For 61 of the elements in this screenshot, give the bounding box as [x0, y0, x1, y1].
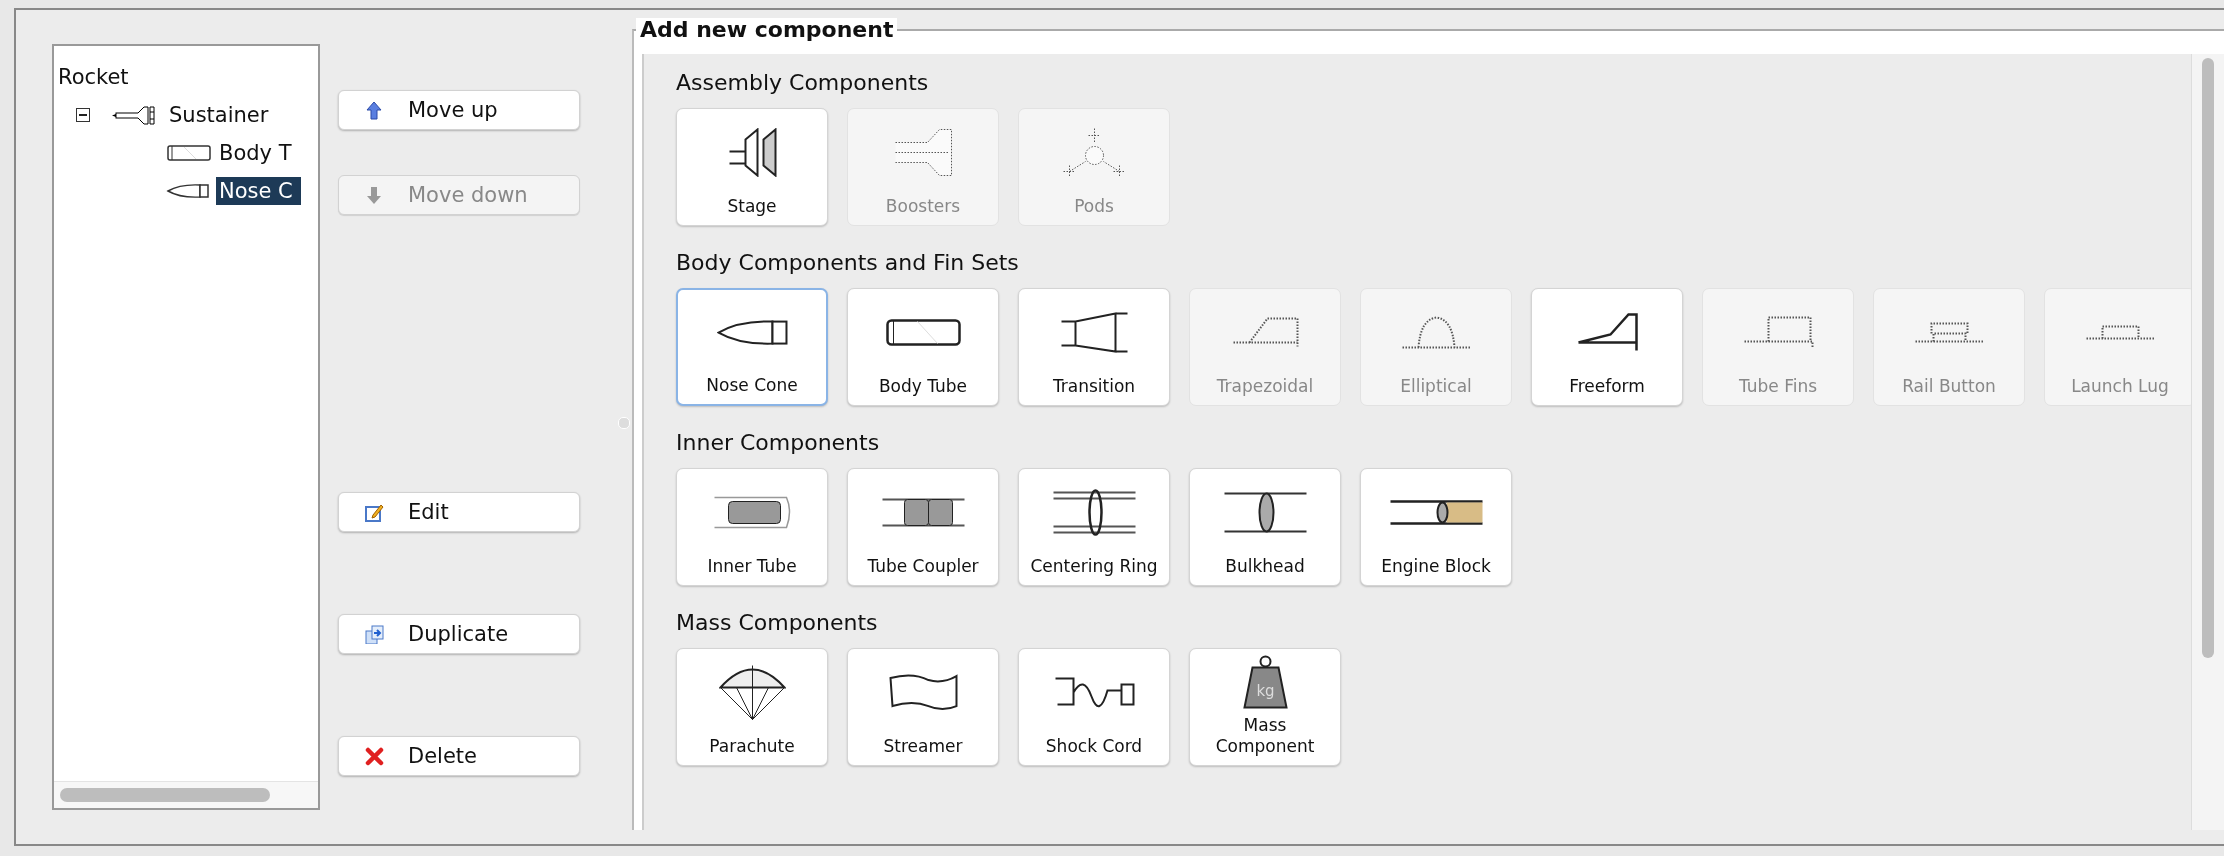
scrollbar-thumb[interactable] — [2202, 58, 2214, 658]
fin-icon — [1576, 313, 1638, 352]
duplicate-icon — [365, 624, 384, 644]
delete-icon — [365, 746, 384, 766]
rocket-icon — [110, 104, 156, 126]
component-button[interactable]: Shock Cord — [1018, 648, 1170, 766]
nose-cone-icon — [166, 181, 212, 201]
section-heading: Inner Components — [676, 429, 881, 457]
elliptical-fin-icon — [1400, 316, 1472, 349]
edit-icon — [365, 502, 384, 522]
tree-item[interactable]: Body T — [216, 139, 295, 167]
rocket-stage-icon — [727, 128, 777, 177]
component-button[interactable]: Tube Coupler — [847, 468, 999, 586]
duplicate-button[interactable]: Duplicate — [338, 614, 580, 654]
coupler-icon — [880, 498, 966, 527]
launch-lug-icon — [2084, 325, 2156, 340]
scrollbar-thumb[interactable] — [60, 788, 270, 802]
component-button[interactable]: Stage — [676, 108, 828, 226]
cord-icon — [1053, 677, 1135, 708]
pods-icon — [1061, 126, 1127, 179]
component-button[interactable]: kg Mass Component — [1189, 648, 1341, 766]
component-button[interactable]: Streamer — [847, 648, 999, 766]
weight-label: kg — [1255, 681, 1275, 700]
bulkhead-icon — [1222, 492, 1308, 533]
edit-button[interactable]: Edit — [338, 492, 580, 532]
collapse-icon[interactable] — [76, 108, 90, 122]
component-button[interactable]: Transition — [1018, 288, 1170, 406]
delete-button[interactable]: Delete — [338, 736, 580, 776]
tube-icon — [885, 319, 961, 346]
parachute-icon — [718, 664, 786, 721]
group-title: Add new component — [636, 18, 898, 42]
section-heading: Body Components and Fin Sets — [676, 249, 1020, 277]
booster-icon — [893, 128, 953, 177]
transition-icon — [1059, 312, 1129, 353]
component-button[interactable]: Bulkhead — [1189, 468, 1341, 586]
streamer-icon — [888, 674, 958, 711]
component-button[interactable]: Body Tube — [847, 288, 999, 406]
component-button[interactable]: Nose Cone — [676, 288, 828, 406]
tree-item[interactable]: Nose C — [216, 177, 301, 205]
inner-tube-icon — [713, 496, 791, 529]
component-button[interactable]: Centering Ring — [1018, 468, 1170, 586]
nose-cone-icon — [716, 319, 788, 346]
move-up-button[interactable]: Move up — [338, 90, 580, 130]
tree-item[interactable]: Sustainer — [166, 101, 272, 129]
engine-block-icon — [1388, 500, 1484, 525]
component-button[interactable]: Parachute — [676, 648, 828, 766]
down-arrow-icon — [365, 185, 384, 205]
rail-button-icon — [1913, 322, 1985, 343]
splitter-handle[interactable] — [618, 417, 630, 429]
component-button[interactable]: Engine Block — [1360, 468, 1512, 586]
tube-fin-icon — [1742, 316, 1814, 349]
section-heading: Mass Components — [676, 609, 879, 637]
component-button[interactable]: Inner Tube — [676, 468, 828, 586]
ring-icon — [1051, 489, 1137, 536]
fin-icon — [1231, 317, 1299, 348]
tube-icon — [166, 143, 212, 163]
section-heading: Assembly Components — [676, 69, 930, 97]
up-arrow-icon — [365, 100, 384, 120]
weight-icon — [1242, 655, 1288, 709]
tree-item[interactable]: Rocket — [54, 58, 129, 96]
component-button[interactable]: Freeform — [1531, 288, 1683, 406]
